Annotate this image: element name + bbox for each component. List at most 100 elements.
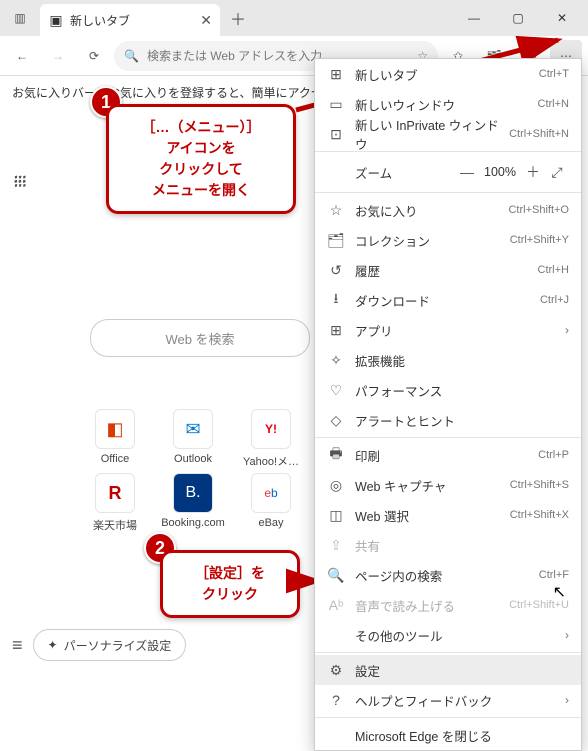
- quicklink-booking[interactable]: B. Booking.com: [158, 473, 228, 533]
- menu-item[interactable]: ?ヘルプとフィードバック›: [315, 685, 581, 715]
- tab-title: 新しいタブ: [70, 12, 194, 29]
- menu-item-label: パフォーマンス: [355, 381, 569, 400]
- hamburger-icon[interactable]: ≡: [12, 635, 23, 656]
- menu-item-icon: ⚙: [327, 662, 345, 679]
- tab-close-icon[interactable]: ✕: [200, 12, 212, 29]
- menu-item[interactable]: ⚙ 設定: [315, 655, 581, 685]
- menu-item-close-edge[interactable]: Microsoft Edge を閉じる: [315, 720, 581, 750]
- quicklink-rakuten[interactable]: R 楽天市場: [80, 473, 150, 533]
- zoom-out-button[interactable]: —: [455, 164, 479, 180]
- fullscreen-button[interactable]: ⤢: [545, 164, 569, 181]
- menu-item-shortcut: Ctrl+F: [539, 569, 569, 581]
- menu-item-icon: ⊞: [327, 322, 345, 339]
- outlook-icon: ✉: [173, 409, 213, 449]
- menu-item-label: アプリ: [355, 321, 555, 340]
- personalize-button[interactable]: ✦ パーソナライズ設定: [33, 629, 187, 661]
- menu-item[interactable]: ⊞ 新しいタブ Ctrl+T: [315, 59, 581, 89]
- menu-item[interactable]: ◇アラートとヒント: [315, 405, 581, 435]
- menu-item-label: 履歴: [355, 261, 528, 280]
- forward-button[interactable]: →: [42, 40, 74, 72]
- menu-item-icon: ♡: [327, 382, 345, 399]
- office-icon: ◧: [95, 409, 135, 449]
- menu-item-icon: ?: [327, 692, 345, 708]
- web-search-input[interactable]: Web を検索: [90, 319, 310, 357]
- quicklink-office[interactable]: ◧ Office: [80, 409, 150, 469]
- menu-item[interactable]: ♡ パフォーマンス: [315, 375, 581, 405]
- new-tab-button[interactable]: ＋: [224, 4, 252, 32]
- window-minimize-button[interactable]: —: [452, 2, 496, 34]
- window-close-button[interactable]: ✕: [540, 2, 584, 34]
- search-placeholder: Web を検索: [165, 329, 234, 348]
- quicklink-yahoo[interactable]: Y! Yahoo!メ…: [236, 409, 306, 469]
- menu-item[interactable]: 🖶印刷Ctrl+P: [315, 440, 581, 470]
- menu-item: ⇪ 共有: [315, 530, 581, 560]
- menu-item-label: お気に入り: [355, 201, 498, 220]
- menu-item-shortcut: Ctrl+J: [540, 294, 569, 306]
- menu-item-label: ダウンロード: [355, 291, 530, 310]
- menu-item-icon: ◫: [327, 507, 345, 524]
- menu-item[interactable]: その他のツール ›: [315, 620, 581, 650]
- menu-item-icon: ⊡: [327, 126, 345, 143]
- menu-item-shortcut: Ctrl+Shift+N: [509, 128, 569, 140]
- zoom-in-button[interactable]: ＋: [521, 162, 545, 182]
- refresh-button[interactable]: ⟳: [78, 40, 110, 72]
- zoom-label: ズーム: [327, 163, 455, 182]
- menu-item[interactable]: ⊡新しい InPrivate ウィンドウCtrl+Shift+N: [315, 119, 581, 149]
- menu-item: Aᵇ音声で読み上げるCtrl+Shift+U: [315, 590, 581, 620]
- menu-item-icon: 🗂: [327, 232, 345, 249]
- menu-item-shortcut: Ctrl+Shift+U: [509, 599, 569, 611]
- submenu-arrow-icon: ›: [565, 628, 569, 642]
- menu-item-icon: ↺: [327, 262, 345, 279]
- yahoo-icon: Y!: [251, 409, 291, 449]
- main-menu-popup: ⊞新しいタブCtrl+T▭新しいウィンドウCtrl+N⊡新しい InPrivat…: [314, 58, 582, 751]
- menu-item-icon: ⇪: [327, 537, 345, 554]
- quicklink-ebay[interactable]: eb eBay: [236, 473, 306, 533]
- menu-item-label: 新しいタブ: [355, 65, 529, 84]
- menu-item[interactable]: ↺ 履歴 Ctrl+H: [315, 255, 581, 285]
- menu-item-label: 新しい InPrivate ウィンドウ: [355, 115, 499, 153]
- menu-item-icon: ⊞: [327, 66, 345, 83]
- search-icon: 🔍: [124, 49, 139, 63]
- annotation-callout-1: ［…（メニュー）］ アイコンを クリックして メニューを開く: [106, 104, 296, 214]
- menu-item-label: ヘルプとフィードバック: [355, 691, 555, 710]
- sparkle-icon: ✦: [48, 638, 58, 652]
- menu-item[interactable]: 🗂コレクションCtrl+Shift+Y: [315, 225, 581, 255]
- browser-tab[interactable]: ▣ 新しいタブ ✕: [40, 4, 220, 36]
- menu-item-label: ページ内の検索: [355, 566, 529, 585]
- menu-item-label: 新しいウィンドウ: [355, 95, 528, 114]
- menu-item-label: 拡張機能: [355, 351, 569, 370]
- menu-item-label: 共有: [355, 536, 569, 555]
- menu-item[interactable]: ⭳ダウンロードCtrl+J: [315, 285, 581, 315]
- submenu-arrow-icon: ›: [565, 323, 569, 337]
- menu-item[interactable]: ◎Web キャプチャCtrl+Shift+S: [315, 470, 581, 500]
- zoom-value: 100%: [479, 165, 521, 179]
- back-button[interactable]: ←: [6, 40, 38, 72]
- menu-item-shortcut: Ctrl+T: [539, 68, 569, 80]
- booking-icon: B.: [173, 473, 213, 513]
- rakuten-icon: R: [95, 473, 135, 513]
- menu-item-shortcut: Ctrl+H: [538, 264, 569, 276]
- menu-item-shortcut: Ctrl+N: [538, 98, 569, 110]
- menu-item-icon: ☆: [327, 202, 345, 219]
- quicklink-outlook[interactable]: ✉ Outlook: [158, 409, 228, 469]
- menu-item[interactable]: ✧拡張機能: [315, 345, 581, 375]
- menu-item-shortcut: Ctrl+Shift+O: [508, 204, 569, 216]
- menu-item-label: その他のツール: [355, 626, 555, 645]
- tab-actions-icon[interactable]: ▥: [4, 2, 36, 34]
- ebay-icon: eb: [251, 473, 291, 513]
- menu-item[interactable]: ☆ お気に入り Ctrl+Shift+O: [315, 195, 581, 225]
- apps-grid-icon[interactable]: ᎒᎒᎒: [14, 169, 27, 193]
- menu-item-label: 音声で読み上げる: [355, 596, 499, 615]
- annotation-callout-2: ［設定］を クリック: [160, 550, 300, 618]
- menu-item-shortcut: Ctrl+P: [538, 449, 569, 461]
- menu-item-icon: ▭: [327, 96, 345, 113]
- menu-item-shortcut: Ctrl+Shift+S: [510, 479, 569, 491]
- menu-item[interactable]: ⊞ アプリ ›: [315, 315, 581, 345]
- menu-item[interactable]: 🔍 ページ内の検索 Ctrl+F: [315, 560, 581, 590]
- menu-item-label: 設定: [355, 661, 569, 680]
- tab-favicon-icon: ▣: [48, 12, 64, 28]
- window-maximize-button[interactable]: ▢: [496, 2, 540, 34]
- menu-zoom-row: ズーム — 100% ＋ ⤢: [315, 154, 581, 190]
- menu-item[interactable]: ◫Web 選択Ctrl+Shift+X: [315, 500, 581, 530]
- menu-item-icon: 🔍: [327, 567, 345, 584]
